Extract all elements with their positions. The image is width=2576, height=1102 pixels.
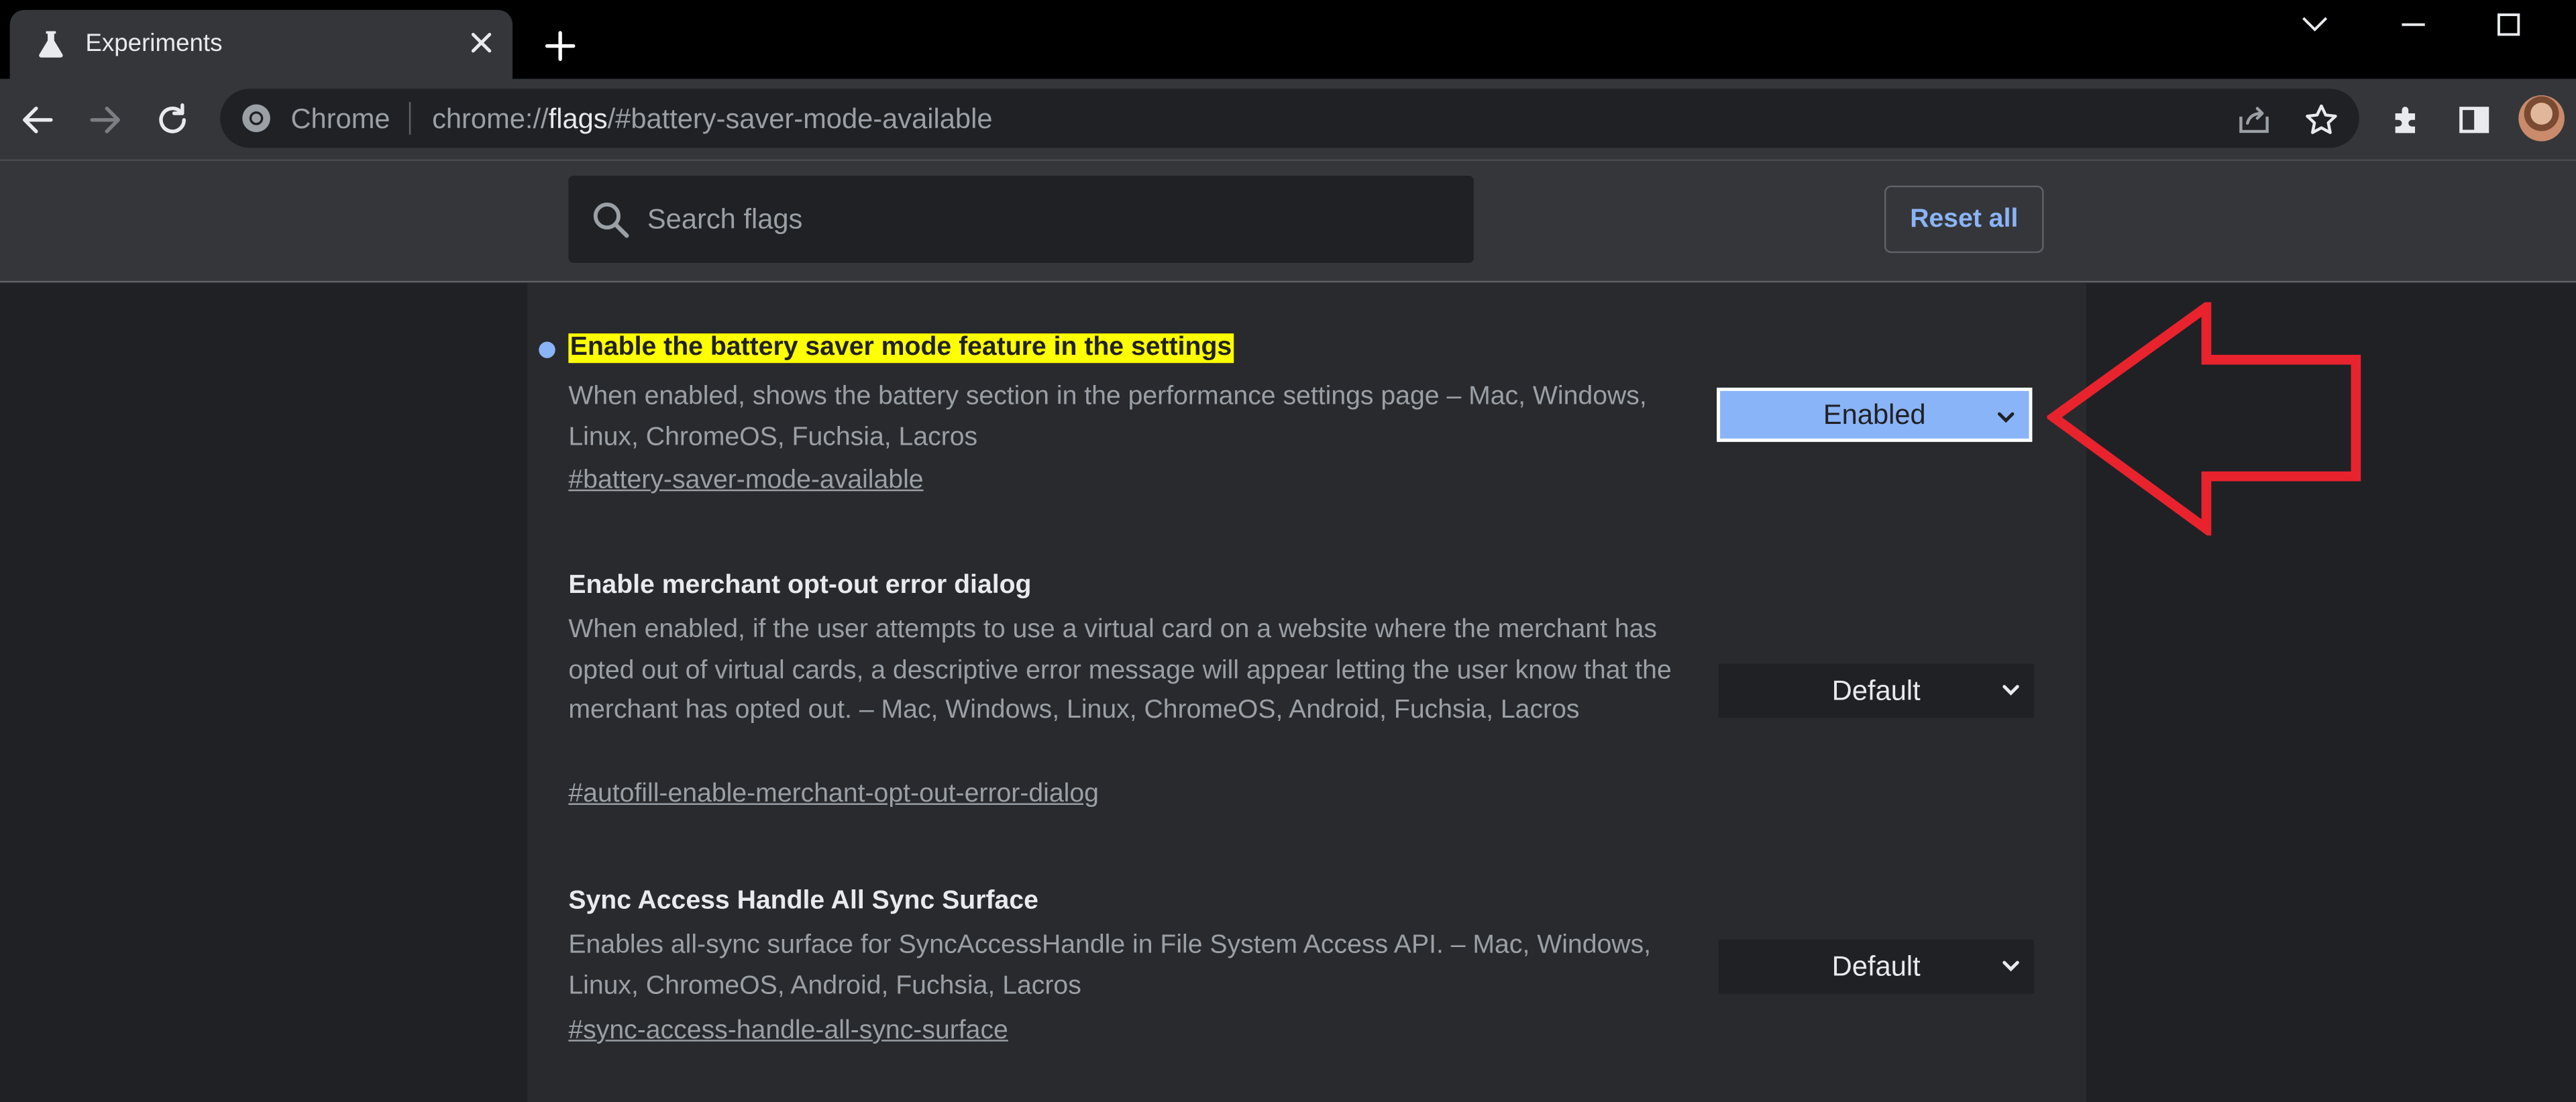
flag-state-select[interactable]: Default — [1718, 663, 2034, 718]
chevron-down-icon[interactable] — [2297, 7, 2333, 43]
select-value: Enabled — [1823, 399, 1926, 431]
toolbar: Chrome chrome://flags/#battery-saver-mod… — [0, 78, 2576, 162]
flask-icon — [39, 31, 63, 58]
search-input[interactable] — [644, 197, 1456, 243]
chevron-down-icon — [2002, 960, 2019, 972]
flag-state-select[interactable]: Enabled — [1717, 387, 2033, 442]
avatar[interactable] — [2518, 95, 2565, 142]
back-icon[interactable] — [18, 100, 58, 140]
address-bar[interactable]: Chrome chrome://flags/#battery-saver-mod… — [220, 89, 2359, 148]
minimize-icon[interactable] — [2396, 7, 2432, 43]
flag-description: Enables all-sync surface for SyncAccessH… — [568, 931, 1652, 1000]
url-text[interactable]: chrome://flags/#battery-saver-mode-avail… — [432, 103, 992, 136]
forward-icon[interactable] — [85, 100, 125, 140]
url-scheme: chrome:// — [432, 103, 549, 135]
flag-description: When enabled, shows the battery section … — [568, 382, 1647, 451]
select-value: Default — [1831, 950, 1921, 983]
divider — [409, 101, 411, 135]
tab-strip: Experiments — [0, 0, 2576, 79]
side-panel-icon[interactable] — [2455, 100, 2494, 140]
flag-state-select[interactable]: Default — [1718, 939, 2034, 994]
search-icon — [593, 202, 629, 238]
chevron-down-icon — [1997, 412, 2015, 423]
flag-description: When enabled, if the user attempts to us… — [568, 616, 1672, 725]
select-value: Default — [1831, 675, 1921, 707]
url-path: /#battery-saver-mode-available — [607, 103, 993, 135]
tab-experiments[interactable]: Experiments — [9, 9, 513, 79]
flag-anchor-link[interactable]: #battery-saver-mode-available — [568, 467, 923, 496]
chevron-down-icon — [2002, 685, 2019, 696]
extensions-icon[interactable] — [2387, 100, 2426, 140]
url-host: flags — [548, 103, 608, 135]
reload-icon[interactable] — [153, 100, 193, 140]
flag-title: Sync Access Handle All Sync Surface — [568, 887, 1038, 916]
maximize-icon[interactable] — [2491, 7, 2527, 43]
share-icon[interactable] — [2236, 102, 2272, 138]
plus-icon[interactable] — [542, 28, 578, 64]
flag-title: Enable the battery saver mode feature in… — [568, 333, 1234, 364]
modified-indicator — [539, 341, 555, 358]
flag-anchor-link[interactable]: #autofill-enable-merchant-opt-out-error-… — [568, 780, 1099, 810]
search-box[interactable] — [568, 176, 1474, 263]
star-icon[interactable] — [2303, 102, 2339, 138]
reset-all-button[interactable]: Reset all — [1884, 185, 2044, 254]
flags-header: Reset all — [0, 161, 2576, 283]
flag-anchor-link[interactable]: #sync-access-handle-all-sync-surface — [568, 1017, 1008, 1046]
site-chip-label: Chrome — [290, 103, 390, 135]
flag-title: Enable merchant opt-out error dialog — [568, 571, 1032, 600]
annotation-arrow — [2047, 302, 2361, 536]
close-icon[interactable] — [467, 28, 496, 58]
tab-title: Experiments — [85, 30, 223, 58]
chrome-icon — [242, 104, 270, 133]
